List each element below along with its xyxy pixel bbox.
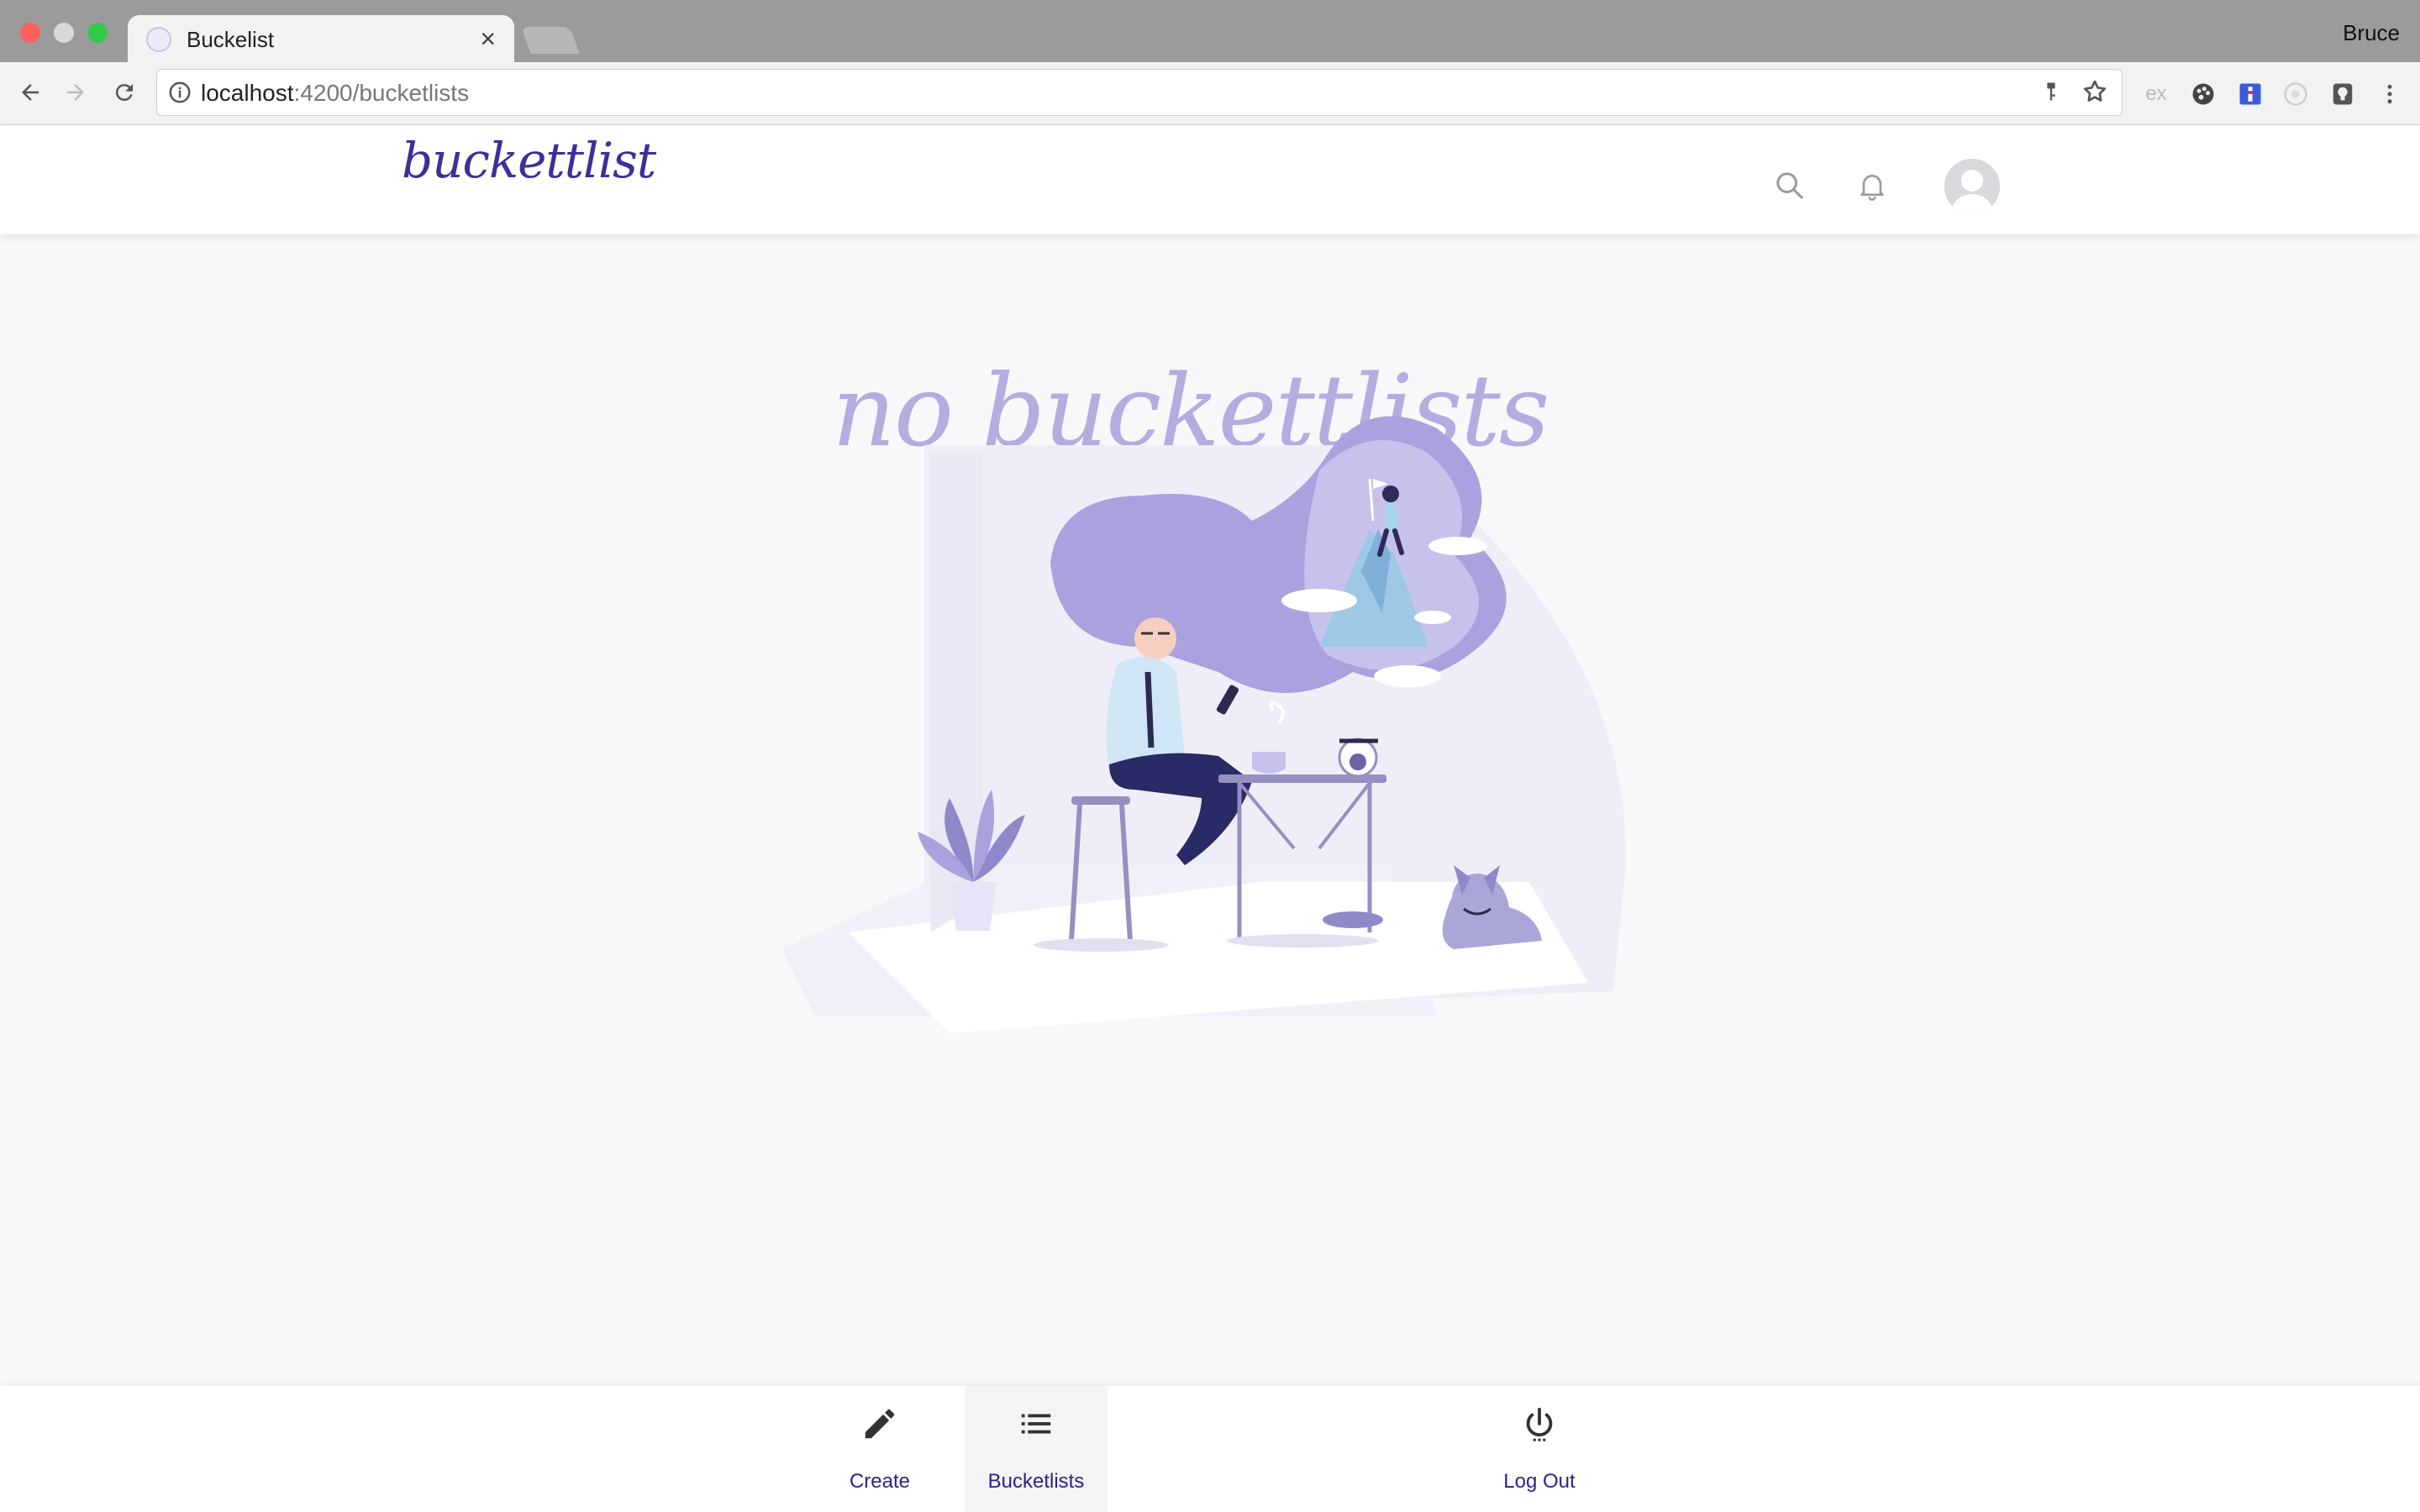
browser-titlebar: Buckelist × Bruce bbox=[0, 0, 2420, 64]
browser-tab[interactable]: Buckelist × bbox=[128, 15, 514, 64]
nav-bucketlists-button[interactable]: Bucketlists bbox=[965, 1386, 1107, 1512]
site-info-icon[interactable] bbox=[167, 80, 192, 109]
power-icon bbox=[1520, 1404, 1559, 1447]
back-icon[interactable] bbox=[13, 76, 47, 109]
reload-icon[interactable] bbox=[108, 76, 141, 109]
blue-extension-icon[interactable] bbox=[2235, 79, 2265, 109]
pencil-icon bbox=[860, 1404, 899, 1447]
tab-close-icon[interactable]: × bbox=[480, 24, 496, 55]
browser-toolbar: localhost:4200/bucketlists ex bbox=[0, 62, 2420, 125]
app-header: buckettlist bbox=[0, 125, 2420, 234]
address-bar[interactable]: localhost:4200/bucketlists bbox=[156, 69, 2123, 116]
empty-state-illustration bbox=[781, 416, 1627, 1033]
list-icon bbox=[1017, 1404, 1055, 1447]
new-tab-button[interactable] bbox=[521, 27, 580, 54]
bookmark-star-icon[interactable] bbox=[2081, 78, 2108, 109]
minimize-window-button[interactable] bbox=[54, 23, 74, 43]
bulb-extension-icon[interactable] bbox=[2328, 79, 2358, 109]
palette-extension-icon[interactable] bbox=[2188, 79, 2218, 109]
nav-create-button[interactable]: Create bbox=[808, 1386, 951, 1512]
search-icon[interactable] bbox=[1773, 169, 1807, 207]
tab-title: Buckelist bbox=[187, 27, 275, 52]
url-text: localhost:4200/bucketlists bbox=[201, 80, 470, 106]
close-window-button[interactable] bbox=[20, 23, 40, 43]
forward-icon[interactable] bbox=[59, 76, 92, 109]
app-logo[interactable]: buckettlist bbox=[402, 132, 656, 189]
key-icon[interactable] bbox=[2039, 80, 2063, 108]
avatar[interactable] bbox=[1944, 159, 2000, 214]
nav-create-label: Create bbox=[849, 1470, 911, 1493]
grey-extension-icon[interactable] bbox=[2281, 79, 2311, 109]
favicon-icon bbox=[146, 27, 171, 52]
maximize-window-button[interactable] bbox=[87, 23, 108, 43]
nav-bucketlists-label: Bucketlists bbox=[987, 1470, 1085, 1493]
nav-logout-label: Log Out bbox=[1503, 1470, 1576, 1493]
bell-icon[interactable] bbox=[1855, 169, 1889, 207]
extension-ex-icon[interactable]: ex bbox=[2141, 79, 2171, 109]
browser-menu-icon[interactable] bbox=[2375, 79, 2405, 109]
profile-name[interactable]: Bruce bbox=[2343, 20, 2400, 46]
bottom-navigation: Create Bucketlists Log Out bbox=[0, 1386, 2420, 1512]
nav-logout-button[interactable]: Log Out bbox=[1468, 1386, 1611, 1512]
